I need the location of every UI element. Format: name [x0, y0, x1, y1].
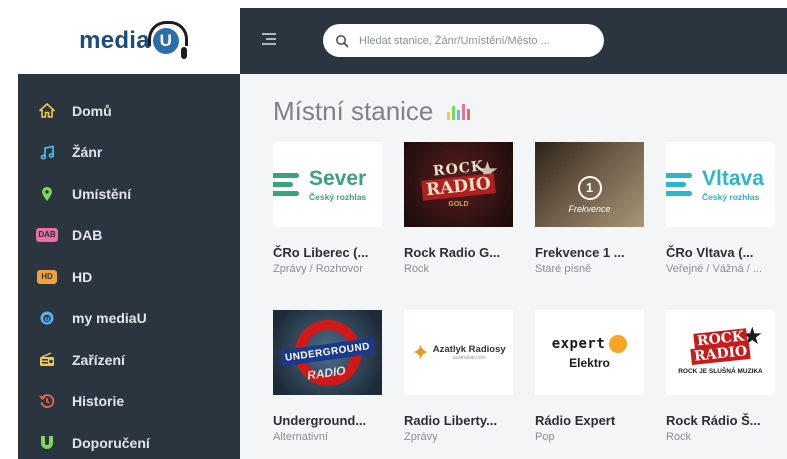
- logo-subtext: GOLD: [448, 201, 469, 208]
- station-card[interactable]: expert Elektro Rádio Expert Pop: [535, 310, 644, 443]
- station-card[interactable]: UNDERGROUND RADIO Underground... Alterna…: [273, 310, 382, 443]
- headphones-icon: U: [147, 21, 188, 59]
- hd-badge: HD: [37, 269, 57, 284]
- station-logo: ★ ROCK RADIO GOLD: [404, 142, 513, 227]
- page-title-text: Místní stanice: [273, 96, 434, 126]
- station-genre: Alternativní: [273, 431, 329, 443]
- station-card[interactable]: ✦ Azatlyk Radiosy azathabar.com Radio Li…: [404, 310, 513, 443]
- station-name: Rock Radio G...: [404, 245, 501, 260]
- station-card[interactable]: Vltava Český rozhlas ČRo Vltava (... Veř…: [666, 142, 775, 275]
- station-genre: Rock: [404, 263, 430, 275]
- equalizer-icon: [447, 103, 471, 120]
- station-logo: Sever Český rozhlas: [273, 142, 382, 227]
- station-genre: Zprávy: [404, 431, 438, 443]
- sidebar-item-hd[interactable]: HD HD: [18, 256, 240, 298]
- station-name: Rádio Expert: [535, 413, 616, 428]
- station-logo: ★ ROCK RADIO ROCK JE SLUŠNÁ MUZIKA: [666, 310, 775, 395]
- sidebar-item-label: Historie: [72, 393, 125, 410]
- station-logo: UNDERGROUND RADIO: [273, 310, 382, 395]
- sidebar-item-label: my mediaU: [72, 310, 147, 327]
- star-icon: ✦: [411, 339, 430, 365]
- brand-logo[interactable]: media U: [18, 8, 240, 74]
- page-title: Místní stanice: [273, 96, 471, 127]
- sidebar-item-genre[interactable]: Žánr: [18, 132, 240, 174]
- station-logo: Vltava Český rozhlas: [666, 142, 775, 227]
- station-logo: expert Elektro: [535, 310, 644, 395]
- logo-text: expert: [551, 336, 606, 352]
- cro-logo-icon: [273, 173, 301, 196]
- station-logo: ✦ Azatlyk Radiosy azathabar.com: [404, 310, 513, 395]
- station-card[interactable]: ★ ROCK RADIO GOLD Rock Radio G... Rock: [404, 142, 513, 275]
- home-icon: [36, 102, 58, 120]
- station-genre: Pop: [535, 431, 555, 443]
- sidebar-item-label: Žánr: [72, 144, 103, 161]
- search-input[interactable]: [359, 34, 589, 47]
- music-note-icon: [36, 143, 58, 161]
- brand-name: media: [79, 27, 150, 54]
- sidebar-item-my-mediau[interactable]: u my mediaU: [18, 298, 240, 340]
- recommend-icon: [36, 434, 58, 452]
- dab-badge-icon: DAB: [36, 226, 58, 244]
- menu-toggle-icon[interactable]: [262, 33, 276, 47]
- sidebar-item-location[interactable]: Umístění: [18, 173, 240, 215]
- main-content: Místní stanice Sever Český rozhlas ČRo L…: [240, 74, 787, 459]
- sidebar-item-home[interactable]: Domů: [18, 90, 240, 132]
- station-card[interactable]: Sever Český rozhlas ČRo Liberec (... Zpr…: [273, 142, 382, 275]
- mediau-icon: u: [36, 309, 58, 327]
- logo-text: Sever: [309, 166, 367, 190]
- sidebar-item-history[interactable]: Historie: [18, 381, 240, 423]
- station-name: Frekvence 1 ...: [535, 245, 625, 260]
- sun-icon: [609, 335, 628, 353]
- sidebar-item-dab[interactable]: DAB DAB: [18, 215, 240, 257]
- location-pin-icon: [36, 185, 58, 203]
- sidebar-item-label: Domů: [72, 102, 112, 119]
- station-card[interactable]: 1 Frekvence Frekvence 1 ... Staré písně: [535, 142, 644, 275]
- svg-text:u: u: [45, 315, 50, 323]
- sidebar-item-label: DAB: [72, 227, 103, 244]
- station-name: ČRo Vltava (...: [666, 245, 754, 260]
- station-genre: Zprávy / Rozhovor: [273, 263, 363, 275]
- logo-text: Vltava: [702, 166, 764, 190]
- station-genre: Veřejné / Vážná / ...: [666, 263, 763, 275]
- sidebar-item-recommended[interactable]: Doporučení: [18, 422, 240, 459]
- history-icon: [36, 392, 58, 410]
- station-genre: Rock: [666, 431, 692, 443]
- sidebar-item-label: Umístění: [72, 185, 132, 202]
- search-box[interactable]: [323, 24, 604, 57]
- logo-text: Azatlyk Radiosy: [432, 344, 506, 355]
- station-genre: Staré písně: [535, 263, 592, 275]
- search-icon: [336, 34, 349, 47]
- station-name: Underground...: [273, 413, 367, 428]
- hd-badge-icon: HD: [36, 268, 58, 286]
- dab-badge: DAB: [36, 228, 58, 243]
- sidebar-item-label: HD: [72, 268, 93, 285]
- logo-subtext: ROCK JE SLUŠNÁ MUZIKA: [678, 367, 763, 375]
- radio-device-icon: [36, 351, 58, 369]
- logo-subtext: Český rozhlas: [309, 191, 367, 202]
- top-bar: [240, 8, 787, 74]
- station-card[interactable]: ★ ROCK RADIO ROCK JE SLUŠNÁ MUZIKA Rock …: [666, 310, 775, 443]
- logo-text-second: RADIO: [421, 173, 496, 201]
- logo-subtext: Frekvence: [568, 203, 611, 214]
- logo-subtext: Český rozhlas: [702, 191, 760, 202]
- station-name: Radio Liberty...: [404, 413, 497, 428]
- station-name: Rock Rádio Š...: [666, 413, 761, 428]
- logo-text: 1: [577, 175, 602, 200]
- sidebar-item-label: Zařízení: [72, 351, 125, 368]
- station-name: ČRo Liberec (...: [273, 245, 369, 260]
- sidebar-item-label: Doporučení: [72, 434, 150, 451]
- sidebar: Domů Žánr Umístění DAB DAB HD HD u my me…: [18, 74, 240, 459]
- logo-subtext: azathabar.com: [452, 355, 486, 361]
- sidebar-item-devices[interactable]: Zařízení: [18, 339, 240, 381]
- station-logo: 1 Frekvence: [535, 142, 644, 227]
- logo-subtext: Elektro: [569, 356, 610, 370]
- cro-logo-icon: [666, 173, 694, 196]
